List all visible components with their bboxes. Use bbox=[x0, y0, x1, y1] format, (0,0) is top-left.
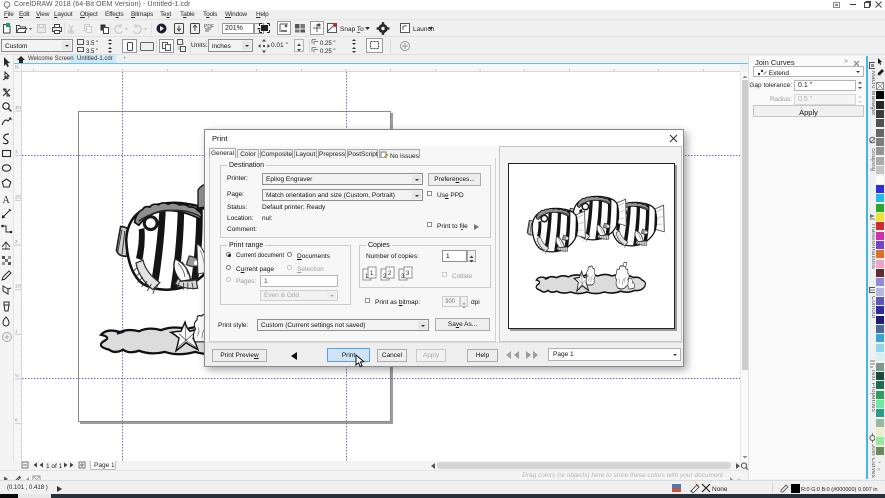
svg-text:3½: 3½ bbox=[15, 104, 22, 110]
svg-text:2: 2 bbox=[15, 239, 18, 244]
svg-text:Snap To: Snap To bbox=[340, 26, 364, 33]
svg-text:2½: 2½ bbox=[15, 193, 22, 199]
svg-text:0.007 in: 0.007 in bbox=[858, 487, 878, 493]
svg-text:1 of 1: 1 of 1 bbox=[46, 463, 63, 470]
svg-text:½: ½ bbox=[15, 372, 19, 378]
svg-text:R:0 G:0 B:0 (#000000): R:0 G:0 B:0 (#000000) bbox=[801, 487, 857, 493]
svg-text:None: None bbox=[712, 486, 728, 493]
svg-text:0: 0 bbox=[15, 418, 18, 423]
svg-text:1: 1 bbox=[15, 328, 18, 333]
svg-text:1½: 1½ bbox=[15, 283, 22, 289]
svg-text:0.25 ": 0.25 " bbox=[320, 41, 335, 47]
svg-text:A: A bbox=[3, 195, 11, 206]
svg-text:3.5 ": 3.5 " bbox=[86, 41, 98, 47]
svg-text:3: 3 bbox=[15, 150, 18, 155]
